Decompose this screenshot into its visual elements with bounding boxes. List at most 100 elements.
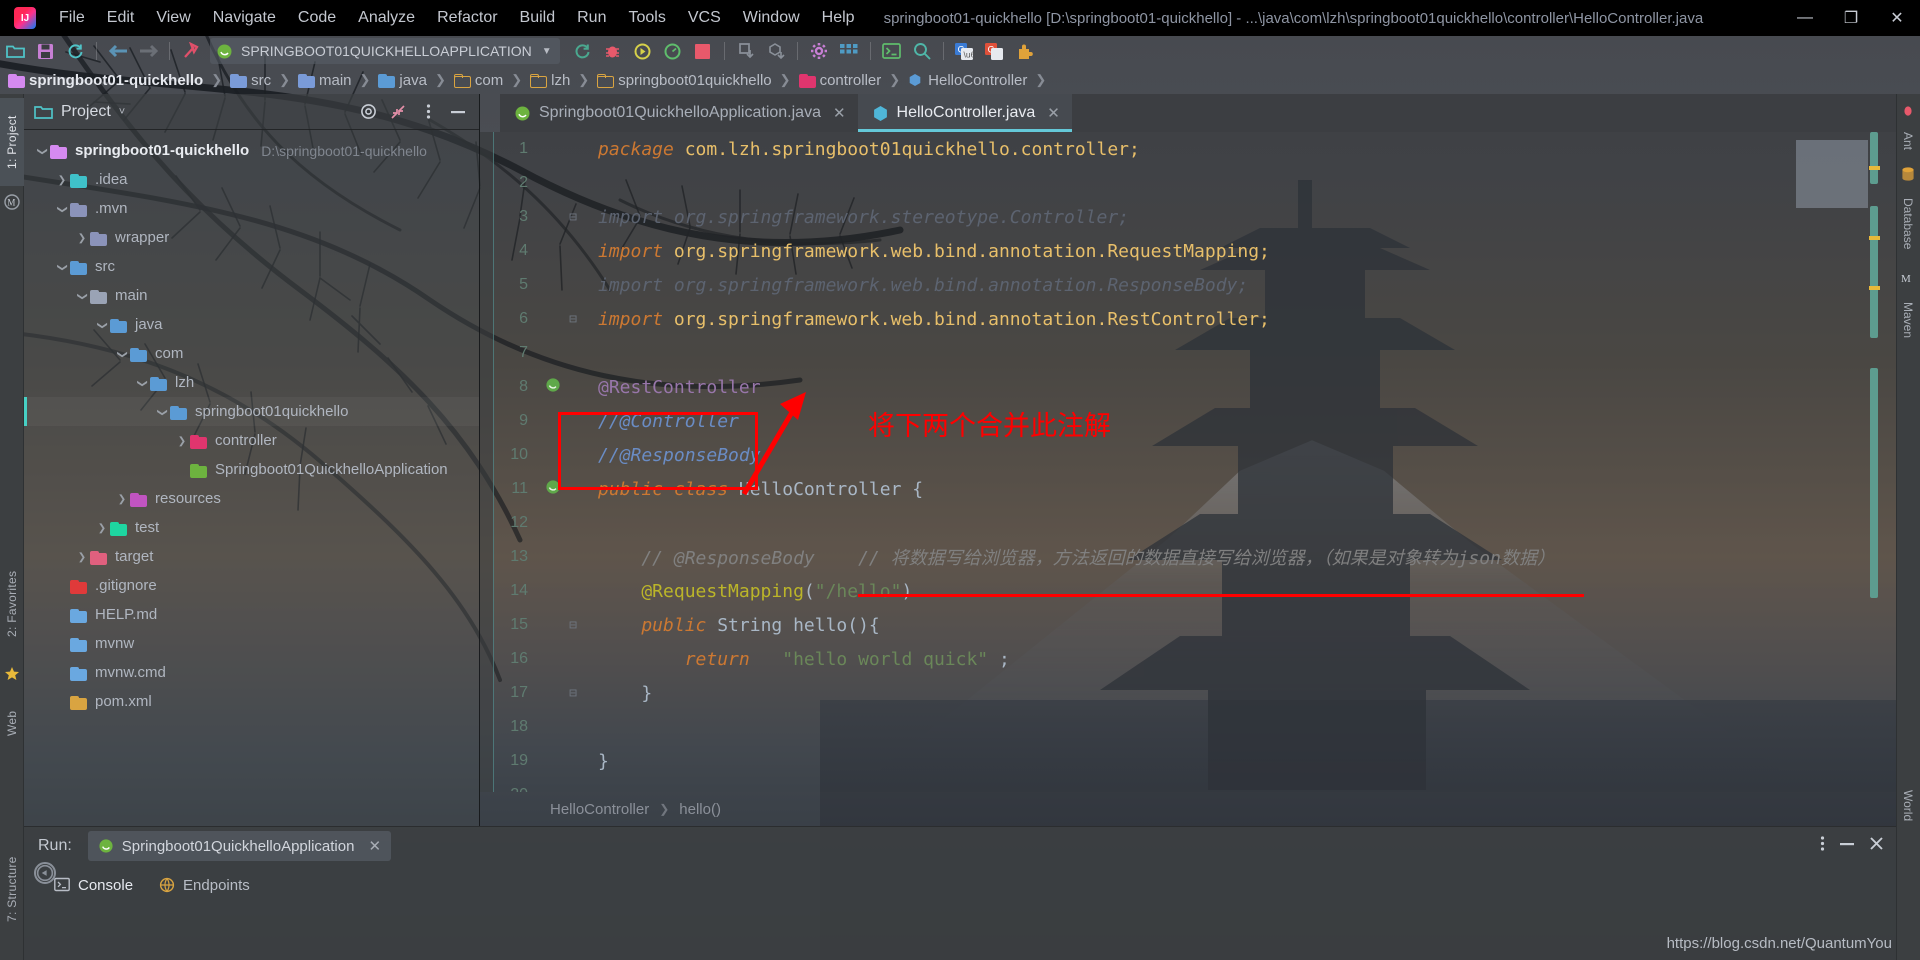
commit-icon[interactable] <box>761 36 791 66</box>
tree-row[interactable]: test <box>24 513 479 542</box>
sidebar-tab-world[interactable]: World <box>1896 780 1920 832</box>
terminal-icon[interactable] <box>877 36 907 66</box>
locate-target-icon[interactable] <box>355 99 381 125</box>
tree-row[interactable]: .mvn <box>24 194 479 223</box>
save-all-icon[interactable] <box>30 36 60 66</box>
chevron-down-icon[interactable] <box>114 348 130 360</box>
rerun-circle-icon[interactable] <box>34 862 56 884</box>
breadcrumb-item-package[interactable]: springboot01quickhello <box>597 72 772 89</box>
run-with-coverage-icon[interactable] <box>628 36 658 66</box>
breadcrumb-item-class[interactable]: HelloController <box>908 72 1027 89</box>
stop-icon[interactable] <box>688 36 718 66</box>
close-icon[interactable]: ✕ <box>1047 104 1060 122</box>
close-button[interactable]: ✕ <box>1874 0 1920 36</box>
minimize-icon[interactable] <box>1839 836 1855 857</box>
search-everywhere-icon[interactable] <box>907 36 937 66</box>
code-line[interactable]: 1 package com.lzh.springboot01quickhello.… <box>494 132 1920 166</box>
close-icon[interactable] <box>1869 836 1884 856</box>
spring-bean-icon[interactable] <box>540 479 566 500</box>
tree-row[interactable]: mvnw.cmd <box>24 658 479 687</box>
more-options-icon[interactable] <box>415 99 441 125</box>
menu-item-view[interactable]: View <box>145 0 201 36</box>
tree-row[interactable]: Springboot01QuickhelloApplication <box>24 455 479 484</box>
chevron-right-icon[interactable] <box>174 435 190 447</box>
maven-icon[interactable]: M <box>1900 270 1916 286</box>
chevron-down-icon[interactable] <box>134 377 150 389</box>
hide-panel-icon[interactable] <box>445 99 471 125</box>
code-line[interactable]: 4 import org.springframework.web.bind.ann… <box>494 234 1920 268</box>
breadcrumb-item-main[interactable]: main <box>298 72 352 89</box>
sidebar-tab-database[interactable]: Database <box>1896 188 1920 260</box>
tree-row[interactable]: springboot01quickhello <box>24 397 479 426</box>
profiler-icon[interactable] <box>658 36 688 66</box>
translate-alt-icon[interactable]: G <box>980 36 1010 66</box>
more-options-icon[interactable] <box>1820 835 1825 857</box>
tree-row[interactable]: mvnw <box>24 629 479 658</box>
menu-item-code[interactable]: Code <box>287 0 347 36</box>
minimize-button[interactable]: — <box>1782 0 1828 36</box>
menu-item-tools[interactable]: Tools <box>617 0 676 36</box>
editor-scrollbar[interactable] <box>1870 132 1878 760</box>
breadcrumb-item-lzh[interactable]: lzh <box>530 72 570 89</box>
chevron-down-icon[interactable] <box>74 290 90 302</box>
tree-row[interactable]: .gitignore <box>24 571 479 600</box>
tree-row[interactable]: wrapper <box>24 223 479 252</box>
code-line[interactable]: 11 public class HelloController { <box>494 472 1920 506</box>
plugin-icon[interactable] <box>1010 36 1040 66</box>
forward-arrow-icon[interactable] <box>133 36 163 66</box>
run-tab-console[interactable]: Console <box>54 877 133 894</box>
breadcrumb-item-module[interactable]: springboot01-quickhello <box>8 72 203 89</box>
sidebar-tab-web[interactable]: Web <box>0 698 24 748</box>
menu-item-run[interactable]: Run <box>566 0 617 36</box>
tree-row[interactable]: java <box>24 310 479 339</box>
chevron-right-icon[interactable] <box>114 493 130 505</box>
tree-row[interactable]: resources <box>24 484 479 513</box>
status-breadcrumb-class[interactable]: HelloController <box>550 801 649 818</box>
tree-row[interactable]: HELP.md <box>24 600 479 629</box>
chevron-down-icon[interactable] <box>34 145 50 157</box>
tree-row[interactable]: .idea <box>24 165 479 194</box>
chevron-down-icon[interactable] <box>54 261 70 273</box>
code-line[interactable]: 5 import org.springframework.web.bind.ann… <box>494 268 1920 302</box>
warning-stripe[interactable] <box>1869 236 1880 240</box>
code-line[interactable]: 6 ⊟ import org.springframework.web.bind.an… <box>494 302 1920 336</box>
fold-marker[interactable]: ⊟ <box>566 686 580 701</box>
breadcrumb-item-com[interactable]: com <box>453 72 503 89</box>
google-translate-icon[interactable]: G\u6587 <box>950 36 980 66</box>
settings-gear-icon[interactable] <box>804 36 834 66</box>
menu-item-file[interactable]: File <box>48 0 96 36</box>
code-line[interactable]: 9 //@Controller <box>494 404 1920 438</box>
menu-item-build[interactable]: Build <box>509 0 567 36</box>
fold-marker[interactable]: ⊟ <box>566 618 580 633</box>
sync-refresh-icon[interactable] <box>60 36 90 66</box>
code-line[interactable]: 16 return "hello world quick" ; <box>494 642 1920 676</box>
menu-item-refactor[interactable]: Refactor <box>426 0 508 36</box>
open-folder-icon[interactable] <box>0 36 30 66</box>
menu-item-vcs[interactable]: VCS <box>677 0 732 36</box>
chevron-down-icon[interactable] <box>54 203 70 215</box>
status-breadcrumb-method[interactable]: hello() <box>679 801 721 818</box>
code-line[interactable]: 8 @RestController <box>494 370 1920 404</box>
tree-row[interactable]: pom.xml <box>24 687 479 716</box>
code-line[interactable]: 20 <box>494 778 1920 792</box>
menu-item-navigate[interactable]: Navigate <box>202 0 287 36</box>
chevron-right-icon[interactable] <box>94 522 110 534</box>
tree-row[interactable]: lzh <box>24 368 479 397</box>
code-line[interactable]: 18 <box>494 710 1920 744</box>
code-line[interactable]: 13 // @ResponseBody // 将数据写给浏览器，方法返回的数据直… <box>494 540 1920 574</box>
code-line[interactable]: 17 ⊟ } <box>494 676 1920 710</box>
breadcrumb-item-src[interactable]: src <box>230 72 271 89</box>
back-arrow-icon[interactable] <box>103 36 133 66</box>
chevron-right-icon[interactable] <box>74 551 90 563</box>
status-bar-url[interactable]: https://blog.csdn.net/QuantumYou <box>1667 935 1892 952</box>
breadcrumb-item-controller[interactable]: controller <box>798 72 881 89</box>
tree-row[interactable]: src <box>24 252 479 281</box>
editor-tab-springboot-application[interactable]: Springboot01QuickhelloApplication.java ✕ <box>500 94 858 132</box>
collapse-all-icon[interactable] <box>385 99 411 125</box>
tree-row[interactable]: main <box>24 281 479 310</box>
run-configuration-selector[interactable]: SPRINGBOOT01QUICKHELLOAPPLICATION ▼ <box>210 38 560 64</box>
code-editor[interactable]: 1 package com.lzh.springboot01quickhello.… <box>480 132 1920 792</box>
tree-row[interactable]: target <box>24 542 479 571</box>
tree-row[interactable]: springboot01-quickhello D:\springboot01-q… <box>24 136 479 165</box>
update-project-icon[interactable] <box>731 36 761 66</box>
